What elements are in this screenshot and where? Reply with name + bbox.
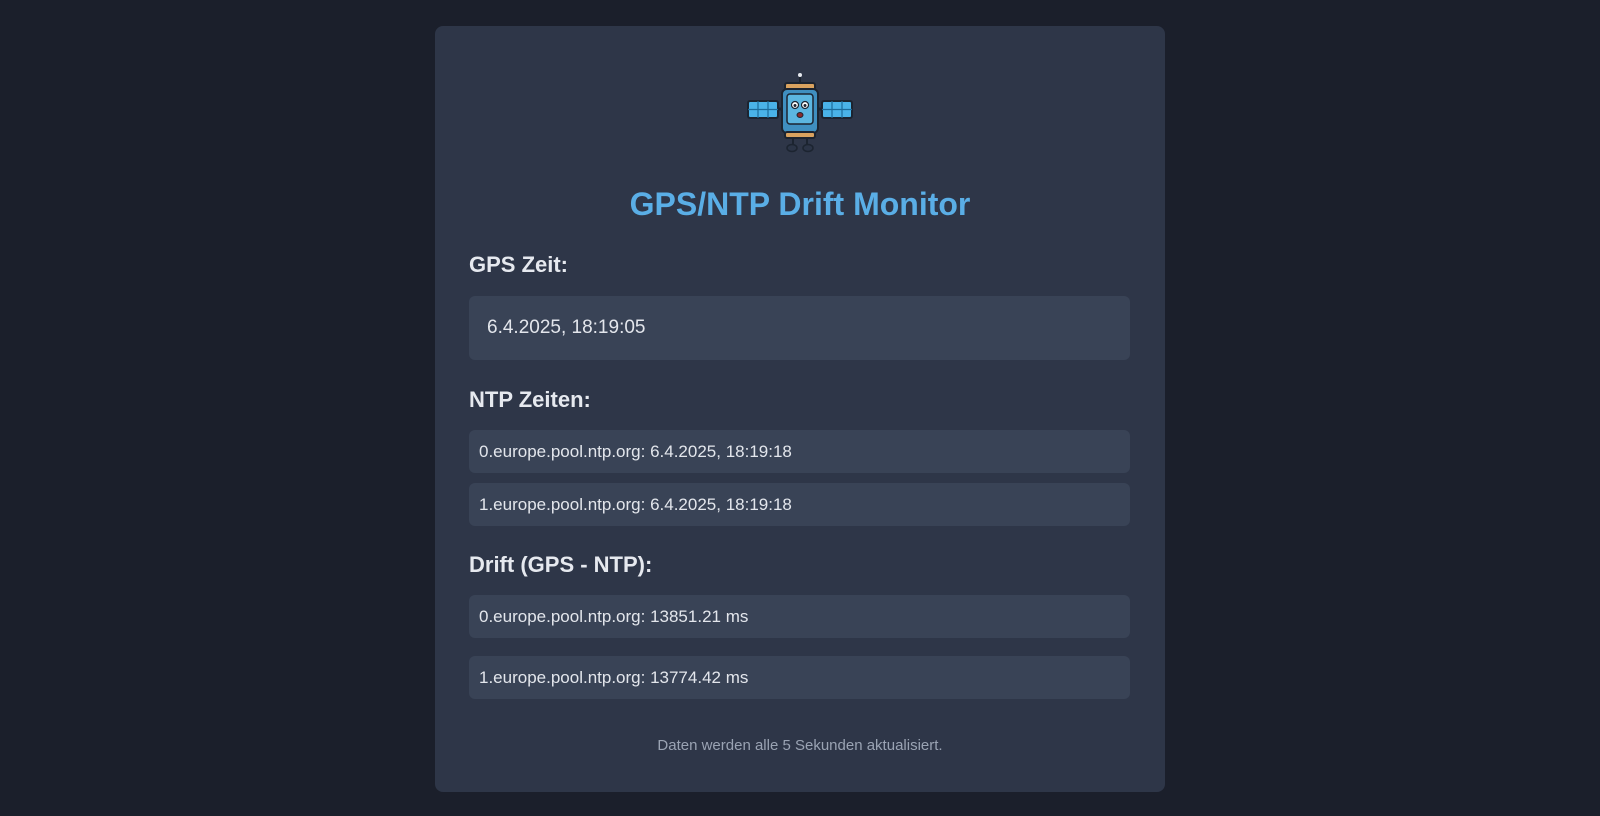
gps-time-value: 6.4.2025, 18:19:05 (469, 296, 1130, 360)
gps-time-label: GPS Zeit: (469, 252, 569, 277)
update-info-text: Daten werden alle 5 Sekunden aktualisier… (657, 737, 943, 754)
ntp-time-item: 1.europe.pool.ntp.org: 6.4.2025, 18:19:1… (469, 483, 1130, 526)
drift-item: 0.europe.pool.ntp.org: 13851.21 ms (469, 595, 1130, 638)
drift-item: 1.europe.pool.ntp.org: 13774.42 ms (469, 656, 1130, 699)
page-title: GPS/NTP Drift Monitor (629, 186, 971, 222)
monitor-card: GPS/NTP Drift Monitor GPS Zeit: 6.4.2025… (435, 26, 1165, 792)
satellite-robot-icon (747, 73, 853, 153)
drift-label: Drift (GPS - NTP): (469, 552, 653, 577)
ntp-time-item: 0.europe.pool.ntp.org: 6.4.2025, 18:19:1… (469, 430, 1130, 473)
ntp-times-label: NTP Zeiten: (469, 387, 591, 412)
